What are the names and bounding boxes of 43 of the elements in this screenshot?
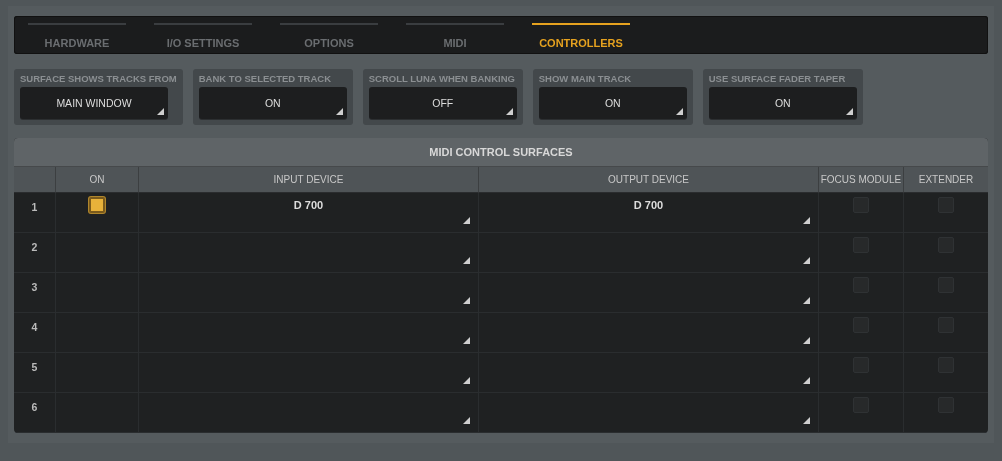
- output-device-value: D 700: [633, 198, 664, 211]
- dropdown-corner-icon: [463, 377, 470, 384]
- setting-label: BANK TO SELECTED TRACK: [198, 73, 333, 84]
- dropdown-corner-icon: [803, 337, 810, 344]
- dropdown-corner-icon: [157, 108, 164, 115]
- checkbox[interactable]: [89, 196, 105, 213]
- column-header: FOCUS MODULE: [818, 167, 903, 193]
- tab[interactable]: CONTROLLERS: [532, 23, 630, 53]
- setting-dropdown[interactable]: MAIN WINDOW: [20, 87, 168, 119]
- row-number: 6: [14, 393, 55, 433]
- setting-label: SHOW MAIN TRACK: [538, 73, 633, 84]
- dropdown-corner-icon: [803, 297, 810, 304]
- dropdown-corner-icon: [463, 337, 470, 344]
- column-header: ON: [55, 167, 138, 193]
- row-number: 3: [14, 273, 55, 313]
- dropdown-corner-icon: [335, 108, 343, 115]
- dropdown-corner-icon: [845, 108, 853, 115]
- row-number: 2: [14, 233, 55, 273]
- input-device-value: D 700: [293, 198, 324, 211]
- dropdown-corner-icon: [803, 417, 810, 424]
- dropdown-corner-icon: [463, 257, 470, 264]
- column-header: INPUT DEVICE: [138, 167, 478, 193]
- setting-dropdown[interactable]: ON: [538, 87, 687, 119]
- row-number: 1: [14, 193, 55, 233]
- dropdown-corner-icon: [675, 108, 683, 115]
- column-header: OUTPUT DEVICE: [478, 167, 818, 193]
- dropdown-corner-icon: [463, 417, 470, 424]
- dropdown-corner-icon: [463, 297, 470, 304]
- setting-label: USE SURFACE FADER TAPER: [708, 73, 847, 84]
- dropdown-corner-icon: [505, 108, 513, 115]
- setting-dropdown[interactable]: ON: [708, 87, 857, 119]
- setting-dropdown[interactable]: ON: [198, 87, 347, 119]
- setting-label: SURFACE SHOWS TRACKS FROM: [20, 73, 177, 84]
- setting-label: SCROLL LUNA WHEN BANKING: [368, 73, 516, 84]
- column-header: EXTENDER: [903, 167, 988, 193]
- dropdown-corner-icon: [803, 217, 810, 224]
- table-title: MIDI CONTROL SURFACES: [14, 138, 988, 167]
- setting-dropdown[interactable]: OFF: [368, 87, 517, 119]
- dropdown-corner-icon: [803, 257, 810, 264]
- dropdown-corner-icon: [463, 217, 470, 224]
- dropdown-corner-icon: [803, 377, 810, 384]
- row-number: 4: [14, 313, 55, 353]
- row-number: 5: [14, 353, 55, 393]
